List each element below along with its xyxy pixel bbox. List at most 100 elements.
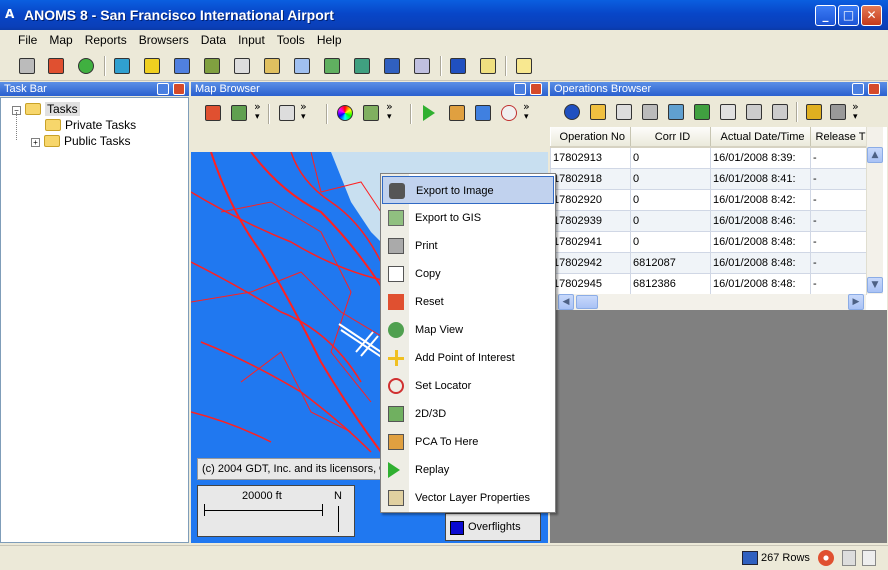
dropdown-arrow-icon[interactable]: ▾	[387, 112, 392, 122]
map-color-button[interactable]	[333, 102, 357, 124]
map-measure-button[interactable]	[471, 102, 495, 124]
menu-item-label: Replay	[415, 464, 450, 476]
menu-item-replay[interactable]: Replay	[382, 456, 554, 484]
menu-tools[interactable]: Tools	[271, 30, 311, 50]
toolbar-button[interactable]	[512, 55, 536, 77]
toolbar-separator	[796, 102, 798, 122]
toolbar-button[interactable]	[380, 55, 404, 77]
table-row[interactable]: 17802939 0 16/01/2008 8:46: -	[550, 209, 867, 232]
toolbar-button[interactable]	[140, 55, 164, 77]
lock-icon	[806, 104, 822, 120]
ops-excel-button[interactable]	[690, 101, 714, 123]
close-icon[interactable]	[530, 83, 542, 95]
table-row[interactable]: 17802945 6812386 16/01/2008 8:48: -	[550, 272, 867, 295]
menu-item-export-to-gis[interactable]: Export to GIS	[382, 204, 554, 232]
ops-export-button[interactable]	[664, 101, 688, 123]
menu-item-set-locator[interactable]: Set Locator	[382, 372, 554, 400]
toolbar-button[interactable]	[110, 55, 134, 77]
scroll-down-icon[interactable]: ▼	[867, 277, 883, 293]
toolbar-button[interactable]	[320, 55, 344, 77]
menu-browsers[interactable]: Browsers	[133, 30, 195, 50]
close-icon[interactable]	[868, 83, 880, 95]
expand-icon[interactable]: +	[31, 138, 40, 147]
ops-open-button[interactable]	[586, 101, 610, 123]
table-row[interactable]: 17802920 0 16/01/2008 8:42: -	[550, 188, 867, 211]
menu-item-add-point-of-interest[interactable]: Add Point of Interest	[382, 344, 554, 372]
close-icon[interactable]	[173, 83, 185, 95]
menu-reports[interactable]: Reports	[79, 30, 133, 50]
table-row[interactable]: 17802941 0 16/01/2008 8:48: -	[550, 230, 867, 253]
tree-node-tasks[interactable]: − Tasks	[12, 101, 80, 117]
grid-vertical-scrollbar[interactable]: ▲ ▼	[866, 127, 883, 294]
cell-actual-date-time: 16/01/2008 8:48:	[710, 230, 811, 253]
toolbar-button[interactable]	[44, 55, 68, 77]
pin-icon[interactable]	[157, 83, 169, 95]
toolbar-button[interactable]	[74, 55, 98, 77]
map-tool-button[interactable]	[227, 102, 251, 124]
column-header-actual-date-time[interactable]: Actual Date/Time	[710, 127, 811, 148]
menu-map[interactable]: Map	[43, 30, 78, 50]
menu-item-map-view[interactable]: Map View	[382, 316, 554, 344]
menu-item-print[interactable]: Print	[382, 232, 554, 260]
map-copy-button[interactable]	[275, 102, 299, 124]
menu-item-copy[interactable]: Copy	[382, 260, 554, 288]
menu-file[interactable]: File	[12, 30, 43, 50]
dropdown-arrow-icon[interactable]: ▾	[255, 112, 260, 122]
toolbar-button[interactable]	[260, 55, 284, 77]
menu-item-vector-layer-properties[interactable]: Vector Layer Properties	[382, 484, 554, 512]
toolbar-button[interactable]	[200, 55, 224, 77]
pin-icon[interactable]	[514, 83, 526, 95]
menu-item-reset[interactable]: Reset	[382, 288, 554, 316]
map-reset-button[interactable]	[201, 102, 225, 124]
close-button[interactable]: ✕	[861, 5, 882, 26]
scroll-thumb[interactable]	[576, 295, 598, 309]
toolbar-button[interactable]	[170, 55, 194, 77]
map-replay-button[interactable]	[419, 102, 443, 124]
maximize-button[interactable]: □	[838, 5, 859, 26]
menu-item-2d-3d[interactable]: 2D/3D	[382, 400, 554, 428]
ops-print-button[interactable]	[638, 101, 662, 123]
chart-icon	[264, 58, 280, 74]
toolbar-button[interactable]	[476, 55, 500, 77]
dropdown-arrow-icon[interactable]: ▾	[524, 112, 529, 122]
ops-info-button[interactable]	[560, 101, 584, 123]
grid-horizontal-scrollbar[interactable]: ◀ ▶	[550, 294, 866, 310]
scroll-left-icon[interactable]: ◀	[558, 294, 574, 310]
toolbar-button[interactable]	[410, 55, 434, 77]
ops-plane-button[interactable]	[742, 101, 766, 123]
map-pca-button[interactable]	[445, 102, 469, 124]
table-row[interactable]: 17802918 0 16/01/2008 8:41: -	[550, 167, 867, 190]
toolbar-button[interactable]	[15, 55, 39, 77]
menu-input[interactable]: Input	[232, 30, 271, 50]
minimize-button[interactable]: _	[815, 5, 836, 26]
scroll-up-icon[interactable]: ▲	[867, 147, 883, 163]
pin-icon[interactable]	[852, 83, 864, 95]
ops-lock-button[interactable]	[802, 101, 826, 123]
dropdown-arrow-icon[interactable]: ▾	[853, 112, 858, 122]
map-layer-button[interactable]	[359, 102, 383, 124]
tree-node-public-tasks[interactable]: + Public Tasks	[31, 133, 130, 149]
toolbar-button[interactable]	[230, 55, 254, 77]
menu-data[interactable]: Data	[195, 30, 232, 50]
menu-item-pca-to-here[interactable]: PCA To Here	[382, 428, 554, 456]
column-header-release-time[interactable]: Release T	[810, 127, 867, 148]
menu-item-export-to-image[interactable]: Export to Image	[382, 176, 554, 204]
column-header-operation-no[interactable]: Operation No	[550, 127, 631, 148]
dropdown-arrow-icon[interactable]: ▾	[301, 112, 306, 122]
toolbar-button[interactable]	[290, 55, 314, 77]
tree-node-private-tasks[interactable]: Private Tasks	[45, 117, 136, 133]
toolbar-button[interactable]	[350, 55, 374, 77]
table-row[interactable]: 17802913 0 16/01/2008 8:39: -	[550, 146, 867, 169]
map-locator-button[interactable]	[497, 102, 521, 124]
ops-monitor-button[interactable]	[768, 101, 792, 123]
ops-tools-button[interactable]	[826, 101, 850, 123]
menu-help[interactable]: Help	[311, 30, 348, 50]
ops-copy-button[interactable]	[612, 101, 636, 123]
toolbar-button[interactable]	[446, 55, 470, 77]
column-header-corr-id[interactable]: Corr ID	[630, 127, 711, 148]
ops-properties-button[interactable]	[716, 101, 740, 123]
window-title: ANOMS 8 - San Francisco International Ai…	[24, 7, 334, 23]
table-row[interactable]: 17802942 6812087 16/01/2008 8:48: -	[550, 251, 867, 274]
menu-item-label: Reset	[415, 296, 444, 308]
scroll-right-icon[interactable]: ▶	[848, 294, 864, 310]
